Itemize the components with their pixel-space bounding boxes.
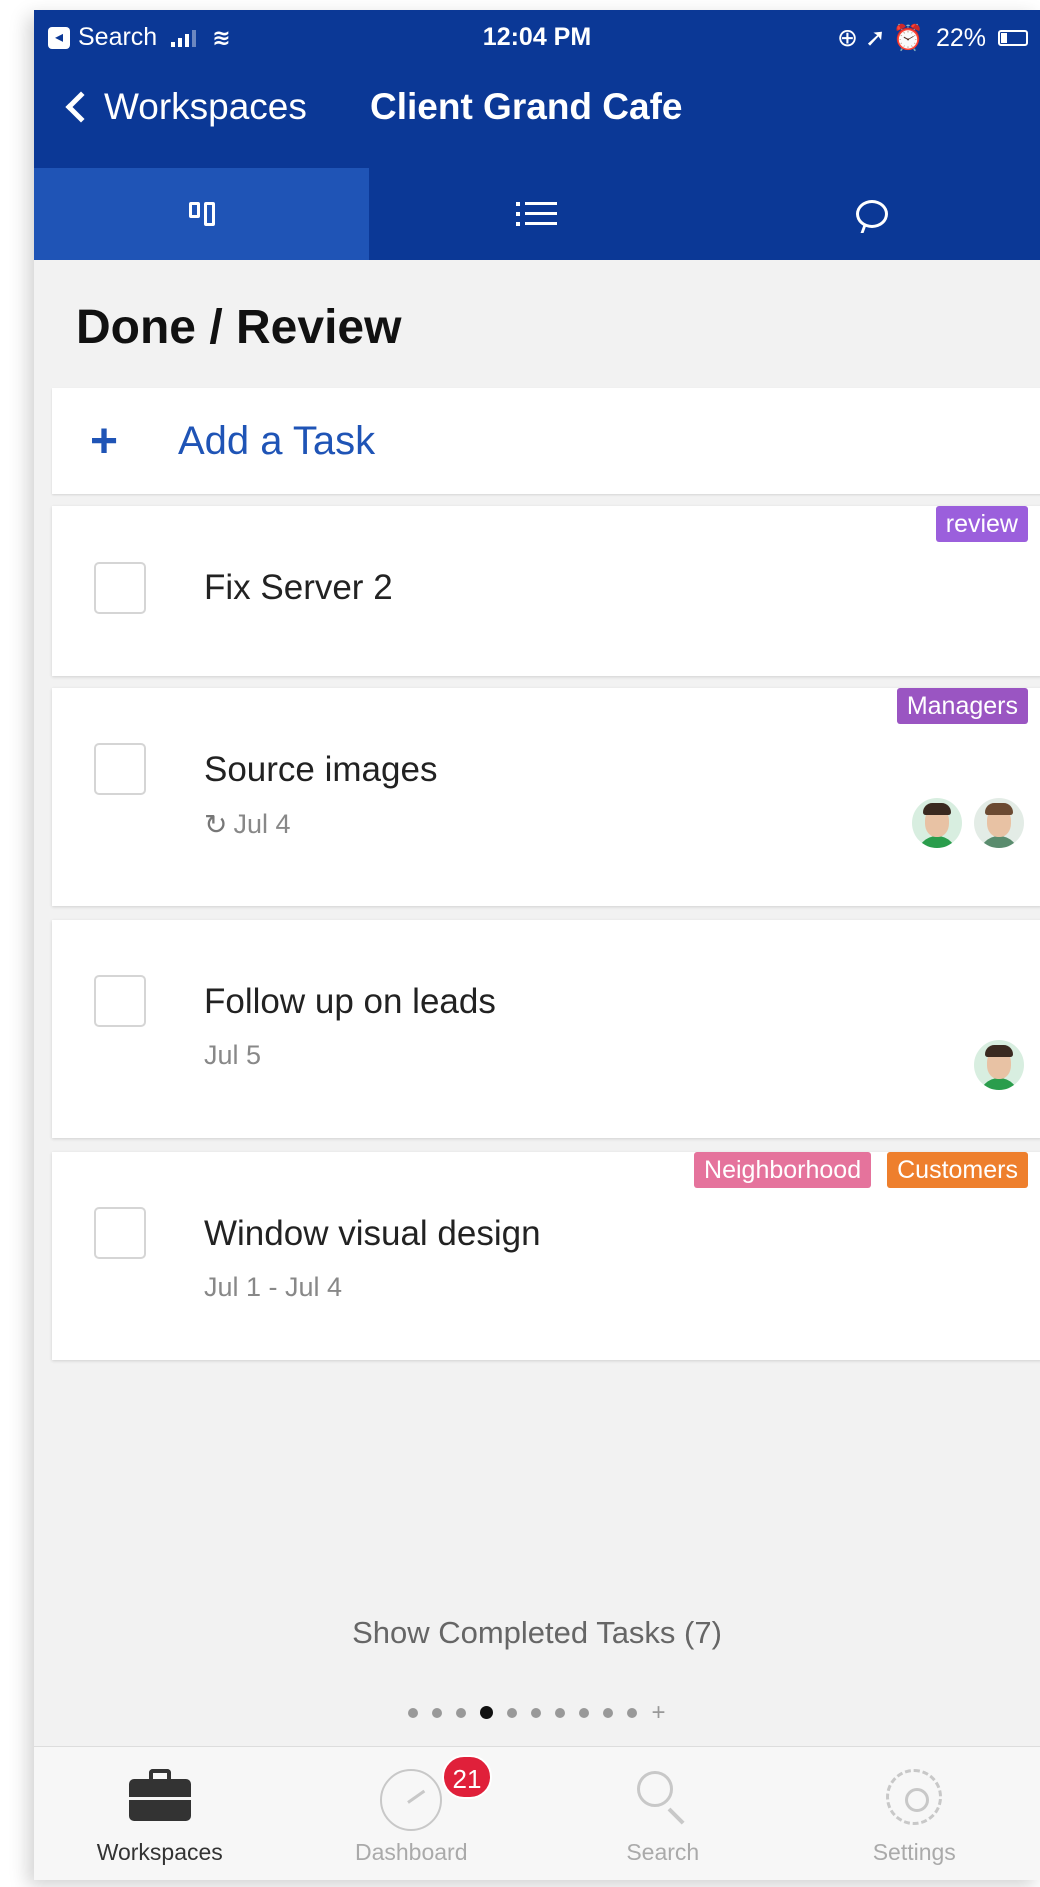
- phone-screen: ◂ Search ≋ 12:04 PM ⊕ ➚ ⏰ 22% Workspaces…: [34, 10, 1040, 1880]
- status-right: ⊕ ➚ ⏰ 22%: [837, 23, 1028, 53]
- task-assignees: [974, 1040, 1024, 1090]
- briefcase-icon: [128, 1769, 191, 1821]
- plus-icon: +: [90, 414, 119, 468]
- view-tabs: [34, 168, 1040, 260]
- tab-list[interactable]: [369, 168, 704, 260]
- tab-label: Workspaces: [96, 1839, 223, 1865]
- nav-bar: Workspaces Client Grand Cafe: [34, 76, 1040, 146]
- task-checkbox[interactable]: [94, 975, 146, 1027]
- status-indicators-icon: ⊕ ➚ ⏰: [837, 24, 924, 52]
- page-title: Client Grand Cafe: [370, 86, 683, 127]
- tab-label: Settings: [872, 1839, 956, 1865]
- tab-search[interactable]: Search: [537, 1747, 789, 1880]
- gear-icon: [886, 1769, 943, 1825]
- add-page-icon[interactable]: +: [651, 1700, 665, 1724]
- screenshot-frame: ◂ Search ≋ 12:04 PM ⊕ ➚ ⏰ 22% Workspaces…: [0, 0, 1040, 1887]
- battery-percent: 22%: [935, 23, 986, 52]
- search-icon: [635, 1769, 691, 1825]
- task-date: Jul 1 - Jul 4: [204, 1272, 343, 1302]
- task-card[interactable]: Follow up on leads Jul 5: [52, 920, 1040, 1138]
- task-date: ↻ Jul 4: [204, 808, 291, 841]
- task-tags: Managers: [896, 688, 1028, 724]
- tab-chat[interactable]: [705, 168, 1040, 260]
- list-icon: [516, 202, 558, 226]
- tag-badge: review: [935, 506, 1028, 542]
- avatar[interactable]: [912, 798, 962, 848]
- app-header: ◂ Search ≋ 12:04 PM ⊕ ➚ ⏰ 22% Workspaces…: [34, 10, 1040, 260]
- task-date-text: Jul 4: [233, 809, 291, 839]
- chat-bubble-icon: [856, 200, 889, 228]
- task-checkbox[interactable]: [94, 1207, 146, 1259]
- bottom-tab-bar: Workspaces Dashboard Search Settings 21: [34, 1746, 1040, 1880]
- back-button[interactable]: Workspaces: [62, 86, 307, 128]
- task-card[interactable]: Neighborhood Customers Window visual des…: [52, 1152, 1040, 1360]
- task-checkbox[interactable]: [94, 743, 146, 795]
- show-completed-link[interactable]: Show Completed Tasks (7): [34, 1615, 1040, 1651]
- task-title: Source images: [204, 750, 438, 789]
- tab-board[interactable]: [34, 168, 370, 260]
- add-task-button[interactable]: + Add a Task: [52, 388, 1040, 494]
- task-card[interactable]: review Fix Server 2: [52, 506, 1040, 676]
- tab-workspaces[interactable]: Workspaces: [34, 1747, 286, 1880]
- section-title: Done / Review: [76, 301, 402, 354]
- tab-label: Dashboard: [354, 1839, 468, 1865]
- tag-badge: Customers: [887, 1152, 1028, 1188]
- tag-badge: Neighborhood: [694, 1152, 872, 1188]
- task-tags: Neighborhood Customers: [694, 1152, 1028, 1188]
- task-title: Fix Server 2: [204, 568, 393, 607]
- task-assignees: [912, 798, 1024, 848]
- tag-badge: Managers: [896, 688, 1028, 724]
- avatar[interactable]: [974, 1040, 1024, 1090]
- repeat-icon: ↻: [204, 809, 228, 840]
- board-icon: [188, 202, 215, 226]
- add-task-label: Add a Task: [178, 418, 376, 463]
- status-bar: ◂ Search ≋ 12:04 PM ⊕ ➚ ⏰ 22%: [34, 10, 1040, 64]
- task-checkbox[interactable]: [94, 562, 146, 614]
- notification-badge: 21: [442, 1755, 492, 1799]
- tab-settings[interactable]: Settings: [789, 1747, 1040, 1880]
- chevron-left-icon: [65, 91, 97, 123]
- tab-label: Search: [626, 1839, 700, 1865]
- task-tags: review: [935, 506, 1028, 542]
- avatar[interactable]: [974, 798, 1024, 848]
- task-title: Follow up on leads: [204, 982, 496, 1021]
- task-card[interactable]: Managers Source images ↻ Jul 4: [52, 688, 1040, 906]
- page-indicator[interactable]: +: [34, 1700, 1040, 1724]
- task-date: Jul 5: [204, 1040, 262, 1070]
- back-label: Workspaces: [104, 86, 307, 127]
- battery-icon: [998, 30, 1028, 46]
- tab-dashboard[interactable]: Dashboard: [286, 1747, 538, 1880]
- dashboard-icon: [380, 1769, 443, 1831]
- task-title: Window visual design: [204, 1214, 541, 1253]
